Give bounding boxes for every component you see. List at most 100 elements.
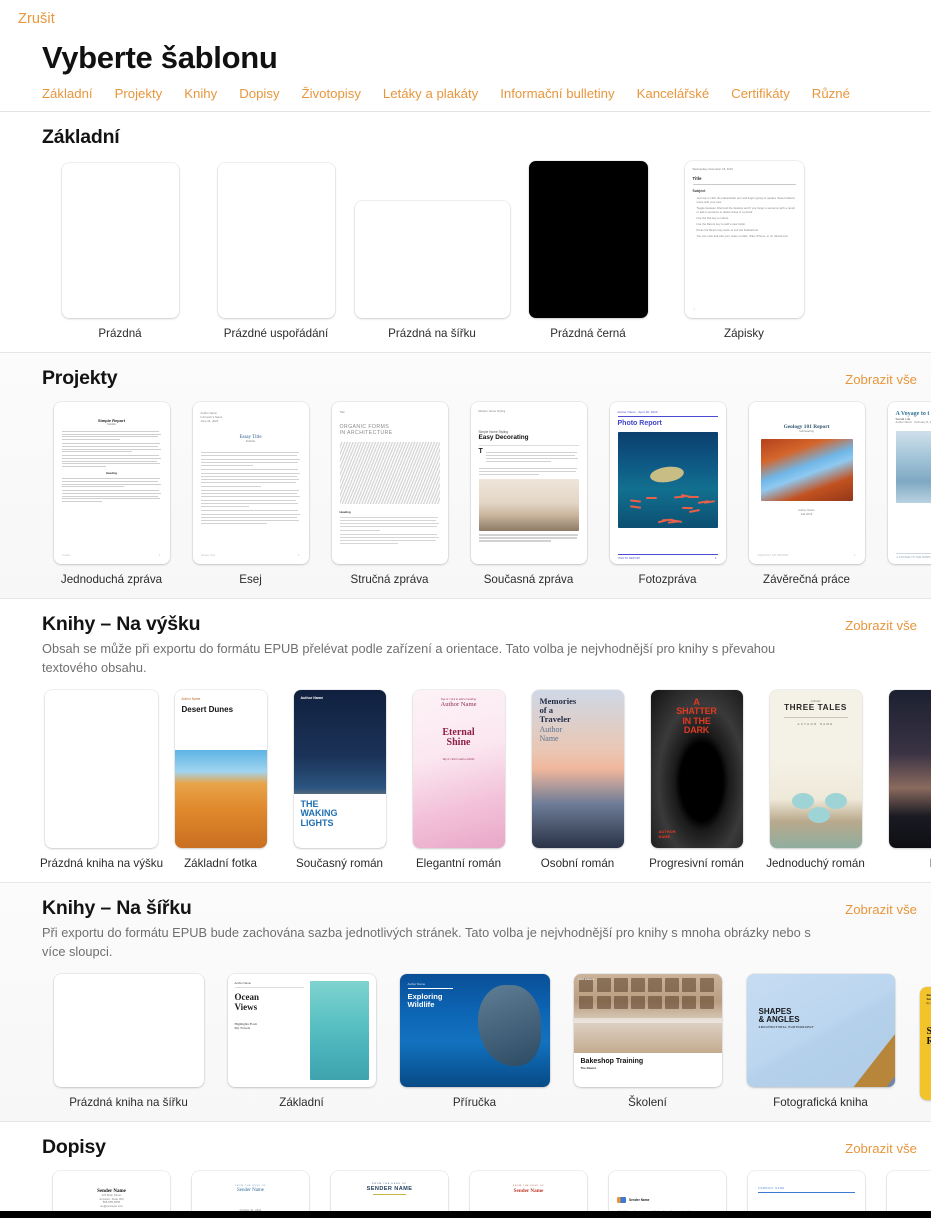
- template-card[interactable]: Simple Report Subtitle Heading Footer 1 Jedno…: [42, 402, 181, 586]
- template-card[interactable]: Prázdná kniha na šířku: [42, 974, 215, 1109]
- template-card[interactable]: A Novel THREE TALES AUTHOR NAME Jednoduchý …: [756, 690, 875, 870]
- template-thumbnail[interactable]: [355, 201, 510, 318]
- template-row-knihy-na-vysku[interactable]: Prázdná kniha na výšku Author Name Desert …: [0, 678, 931, 872]
- category-link-6[interactable]: Informační bulletiny: [500, 86, 614, 101]
- template-label: Školení: [628, 1096, 667, 1109]
- show-all-link-projekty[interactable]: Zobrazit vše: [845, 367, 917, 387]
- cover-image: [770, 759, 862, 847]
- template-label: Základní fotka: [184, 857, 257, 870]
- template-thumbnail[interactable]: Author Name Exploring Wildlife: [400, 974, 550, 1087]
- top-bar: Zrušit: [0, 0, 931, 38]
- template-thumbnail[interactable]: Title ORGANIC FORMS IN ARCHITECTURE Heading: [332, 402, 448, 564]
- category-link-2[interactable]: Knihy: [184, 86, 217, 101]
- template-card[interactable]: Wednesday, December 18, 2019 Title Subject…: [666, 161, 822, 340]
- category-link-4[interactable]: Životopisy: [302, 86, 361, 101]
- template-card[interactable]: Author Name THE WAKING LIGHTS Současný román: [280, 690, 399, 870]
- template-label: Prázdná černá: [550, 327, 625, 340]
- template-thumbnail[interactable]: [889, 690, 931, 848]
- template-card[interactable]: Tap or click to add a heading Author Name…: [399, 690, 518, 870]
- template-label: Zápisky: [724, 327, 764, 340]
- template-card[interactable]: Author Name Ocean Views Highlights From My T…: [215, 974, 388, 1109]
- template-card[interactable]: A Voyage to t Social Life Author Name · Fe…: [876, 402, 931, 586]
- bullet-marker: ·: [693, 235, 695, 239]
- template-row-zakladni[interactable]: Prázdná Prázdné uspořádání Prázdná na šířk…: [0, 149, 931, 342]
- template-card[interactable]: Prázdná: [42, 163, 198, 340]
- show-all-link-dopisy[interactable]: Zobrazit vše: [845, 1136, 917, 1156]
- template-label: Jednoduchý román: [766, 857, 865, 870]
- template-sections: Základní Prázdná Prázdné uspořádání Prázdná…: [0, 112, 931, 1218]
- template-thumbnail[interactable]: Simple Report Subtitle Heading Footer 1: [54, 402, 170, 564]
- template-card[interactable]: Modern Home Styling Simple Home Styling Ea…: [459, 402, 598, 586]
- section-title: Knihy – Na výšku: [42, 613, 200, 636]
- template-thumbnail[interactable]: 2024 Edition Bakeshop Training The Basics: [574, 974, 722, 1087]
- section-header: Projekty Zobrazit vše: [0, 367, 931, 390]
- template-thumbnail[interactable]: Author Name Ocean Views Highlights From My T…: [228, 974, 376, 1087]
- template-card[interactable]: Author Name · April 18, 2022 Photo Report…: [598, 402, 737, 586]
- template-thumbnail[interactable]: RecipesSoupsby AuthorStRa: [920, 987, 931, 1100]
- category-link-8[interactable]: Certifikáty: [731, 86, 790, 101]
- bullet-marker: ·: [693, 229, 695, 233]
- template-label: Osobní román: [541, 857, 614, 870]
- template-thumbnail[interactable]: Memories of a Traveler Author Name: [532, 690, 624, 848]
- template-thumbnail[interactable]: Tap or click to add a heading Author Name…: [413, 690, 505, 848]
- template-card[interactable]: SHAPES & ANGLES ARCHITECTURAL PHOTOGRAPHY F…: [734, 974, 907, 1109]
- template-row-dopisy[interactable]: Sender Name 123 Main Street Anytown, State…: [0, 1159, 931, 1218]
- template-card[interactable]: Author Name Exploring Wildlife Příručka: [388, 974, 561, 1109]
- template-label: Prázdné uspořádání: [224, 327, 328, 340]
- template-thumbnail[interactable]: Author Name Instructor's Name June 24, 202…: [193, 402, 309, 564]
- template-card[interactable]: Prázdná kniha na výšku: [42, 690, 161, 870]
- template-card[interactable]: M: [875, 690, 931, 870]
- template-thumbnail[interactable]: [529, 161, 648, 318]
- template-row-knihy-na-sirku[interactable]: Prázdná kniha na šířku Author Name Ocean Vi…: [0, 962, 931, 1111]
- show-all-link-knihy-na-vysku[interactable]: Zobrazit vše: [845, 613, 917, 633]
- cancel-button[interactable]: Zrušit: [18, 11, 55, 27]
- category-link-7[interactable]: Kancelářské: [637, 86, 710, 101]
- show-all-link-knihy-na-sirku[interactable]: Zobrazit vše: [845, 897, 917, 917]
- template-thumbnail[interactable]: [45, 690, 158, 848]
- template-card[interactable]: Prázdná černá: [510, 161, 666, 340]
- section-title: Dopisy: [42, 1136, 106, 1159]
- template-card[interactable]: Geology 101 Report Subheading Author Name F…: [737, 402, 876, 586]
- template-thumbnail[interactable]: Geology 101 Report Subheading Author Name F…: [749, 402, 865, 564]
- section-title: Projekty: [42, 367, 117, 390]
- template-thumbnail[interactable]: A Voyage to t Social Life Author Name · Fe…: [888, 402, 931, 564]
- cover-image: [310, 981, 369, 1080]
- template-thumbnail[interactable]: Author Name Desert Dunes: [175, 690, 267, 848]
- category-nav[interactable]: Základní Projekty Knihy Dopisy Životopisy Let…: [0, 76, 931, 112]
- section-header: Knihy – Na výšku Zobrazit vše: [0, 613, 931, 636]
- template-thumbnail[interactable]: Wednesday, December 18, 2019 Title Subject…: [685, 161, 804, 318]
- category-link-3[interactable]: Dopisy: [239, 86, 279, 101]
- note-bullet-text: You can view and edit your notes on Mac,…: [697, 235, 796, 239]
- template-card[interactable]: 2024 Edition Bakeshop Training The Basics Š…: [561, 974, 734, 1109]
- template-thumbnail[interactable]: A Novel THREE TALES AUTHOR NAME: [770, 690, 862, 848]
- template-card[interactable]: Prázdná na šířku: [354, 201, 510, 340]
- template-card[interactable]: Prázdné uspořádání: [198, 163, 354, 340]
- note-bullet-text: Use the Tab key to indent.: [697, 217, 796, 221]
- template-card[interactable]: Author Name Desert Dunes Základní fotka: [161, 690, 280, 870]
- category-link-9[interactable]: Různé: [812, 86, 850, 101]
- template-chooser-page: Zrušit Vyberte šablonu Základní Projekty K…: [0, 0, 931, 1218]
- template-card[interactable]: Memories of a Traveler Author Name Osobní rom…: [518, 690, 637, 870]
- template-card[interactable]: Title ORGANIC FORMS IN ARCHITECTURE Heading…: [320, 402, 459, 586]
- category-link-1[interactable]: Projekty: [115, 86, 163, 101]
- template-label: Současný román: [296, 857, 383, 870]
- note-bullet-text: Just tap or click the placeholder text a…: [697, 197, 796, 205]
- template-card[interactable]: Author Name Instructor's Name June 24, 202…: [181, 402, 320, 586]
- template-thumbnail[interactable]: [62, 163, 179, 318]
- category-link-5[interactable]: Letáky a plakáty: [383, 86, 478, 101]
- template-card[interactable]: RecipesSoupsby AuthorStRa: [907, 987, 931, 1109]
- template-thumbnail[interactable]: Author Name THE WAKING LIGHTS: [294, 690, 386, 848]
- template-card[interactable]: A SHATTER IN THE DARK AUTHOR NAME Progresivní …: [637, 690, 756, 870]
- template-thumbnail[interactable]: SHAPES & ANGLES ARCHITECTURAL PHOTOGRAPHY: [747, 974, 895, 1087]
- section-header: Dopisy Zobrazit vše: [0, 1136, 931, 1159]
- template-label: Prázdná kniha na výšku: [40, 857, 163, 870]
- template-thumbnail[interactable]: Modern Home Styling Simple Home Styling Ea…: [471, 402, 587, 564]
- template-label: Prázdná kniha na šířku: [69, 1096, 188, 1109]
- category-link-0[interactable]: Základní: [42, 86, 93, 101]
- template-thumbnail[interactable]: A SHATTER IN THE DARK AUTHOR NAME: [651, 690, 743, 848]
- template-thumbnail[interactable]: [218, 163, 335, 318]
- template-thumbnail[interactable]: Author Name · April 18, 2022 Photo Report…: [610, 402, 726, 564]
- template-label: Esej: [239, 573, 262, 586]
- template-thumbnail[interactable]: [54, 974, 204, 1087]
- template-row-projekty[interactable]: Simple Report Subtitle Heading Footer 1 Jedno…: [0, 390, 931, 588]
